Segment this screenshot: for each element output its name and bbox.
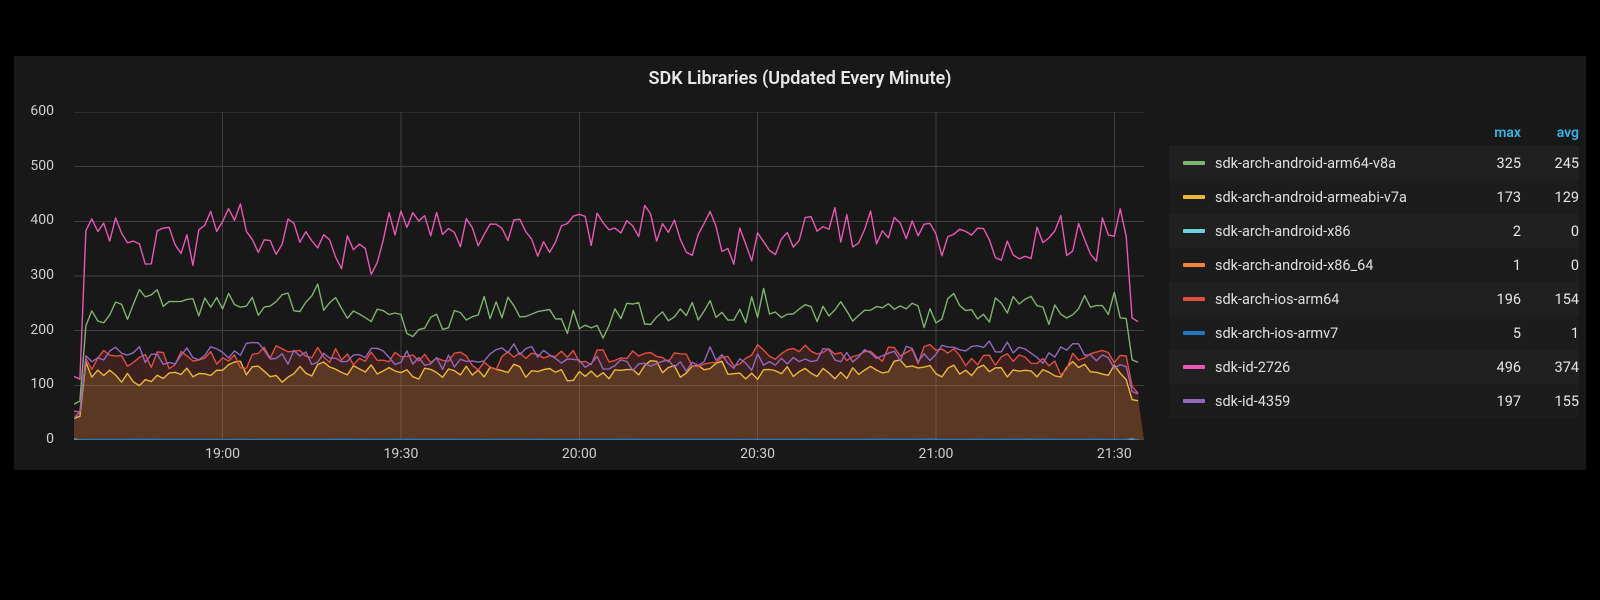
legend-series-avg: 154: [1521, 291, 1579, 308]
legend-swatch: [1183, 229, 1205, 233]
legend-swatch: [1183, 161, 1205, 165]
legend-series-name: sdk-arch-android-x86_64: [1215, 257, 1463, 274]
chart-panel: SDK Libraries (Updated Every Minute) eve…: [14, 56, 1586, 470]
legend-series-name: sdk-id-4359: [1215, 393, 1463, 410]
y-tick: 300: [14, 267, 54, 283]
legend-row[interactable]: sdk-arch-android-x8620: [1169, 214, 1579, 248]
legend-series-max: 2: [1463, 223, 1521, 240]
legend-header: max avg: [1169, 120, 1579, 146]
legend-series-avg: 1: [1521, 325, 1579, 342]
legend-row[interactable]: sdk-arch-ios-armv751: [1169, 316, 1579, 350]
legend-series-max: 197: [1463, 393, 1521, 410]
legend-series-max: 196: [1463, 291, 1521, 308]
legend-series-avg: 155: [1521, 393, 1579, 410]
legend-series-max: 5: [1463, 325, 1521, 342]
y-tick: 100: [14, 376, 54, 392]
legend-series-max: 1: [1463, 257, 1521, 274]
legend-row[interactable]: sdk-arch-android-armeabi-v7a173129: [1169, 180, 1579, 214]
legend-row[interactable]: sdk-arch-android-x86_6410: [1169, 248, 1579, 282]
x-tick: 21:00: [919, 446, 954, 462]
legend-series-max: 325: [1463, 155, 1521, 172]
legend-series-name: sdk-id-2726: [1215, 359, 1463, 376]
legend-swatch: [1183, 195, 1205, 199]
legend-series-name: sdk-arch-ios-armv7: [1215, 325, 1463, 342]
legend-series-avg: 0: [1521, 223, 1579, 240]
y-tick: 500: [14, 158, 54, 174]
x-tick: 21:30: [1097, 446, 1132, 462]
legend-series-max: 173: [1463, 189, 1521, 206]
legend-series-name: sdk-arch-android-arm64-v8a: [1215, 155, 1463, 172]
legend-swatch: [1183, 365, 1205, 369]
legend-swatch: [1183, 263, 1205, 267]
x-tick: 20:00: [562, 446, 597, 462]
x-tick: 19:00: [205, 446, 240, 462]
legend-series-max: 496: [1463, 359, 1521, 376]
legend-swatch: [1183, 399, 1205, 403]
plot-area[interactable]: [74, 112, 1144, 440]
y-tick: 200: [14, 322, 54, 338]
legend: max avg sdk-arch-android-arm64-v8a325245…: [1169, 120, 1579, 418]
x-tick: 19:30: [384, 446, 419, 462]
legend-row[interactable]: sdk-id-2726496374: [1169, 350, 1579, 384]
x-tick: 20:30: [740, 446, 775, 462]
legend-swatch: [1183, 297, 1205, 301]
legend-series-avg: 374: [1521, 359, 1579, 376]
legend-series-name: sdk-arch-android-x86: [1215, 223, 1463, 240]
legend-row[interactable]: sdk-id-4359197155: [1169, 384, 1579, 418]
chart-svg: [74, 112, 1144, 440]
legend-series-avg: 129: [1521, 189, 1579, 206]
legend-series-avg: 0: [1521, 257, 1579, 274]
legend-header-max[interactable]: max: [1463, 125, 1521, 141]
legend-swatch: [1183, 331, 1205, 335]
y-tick: 0: [14, 431, 54, 447]
legend-series-avg: 245: [1521, 155, 1579, 172]
legend-row[interactable]: sdk-arch-ios-arm64196154: [1169, 282, 1579, 316]
legend-row[interactable]: sdk-arch-android-arm64-v8a325245: [1169, 146, 1579, 180]
legend-header-avg[interactable]: avg: [1521, 125, 1579, 141]
y-tick: 400: [14, 212, 54, 228]
y-tick: 600: [14, 103, 54, 119]
legend-series-name: sdk-arch-android-armeabi-v7a: [1215, 189, 1463, 206]
y-axis-label: events/min: [30, 0, 46, 112]
panel-title: SDK Libraries (Updated Every Minute): [14, 68, 1586, 89]
legend-series-name: sdk-arch-ios-arm64: [1215, 291, 1463, 308]
